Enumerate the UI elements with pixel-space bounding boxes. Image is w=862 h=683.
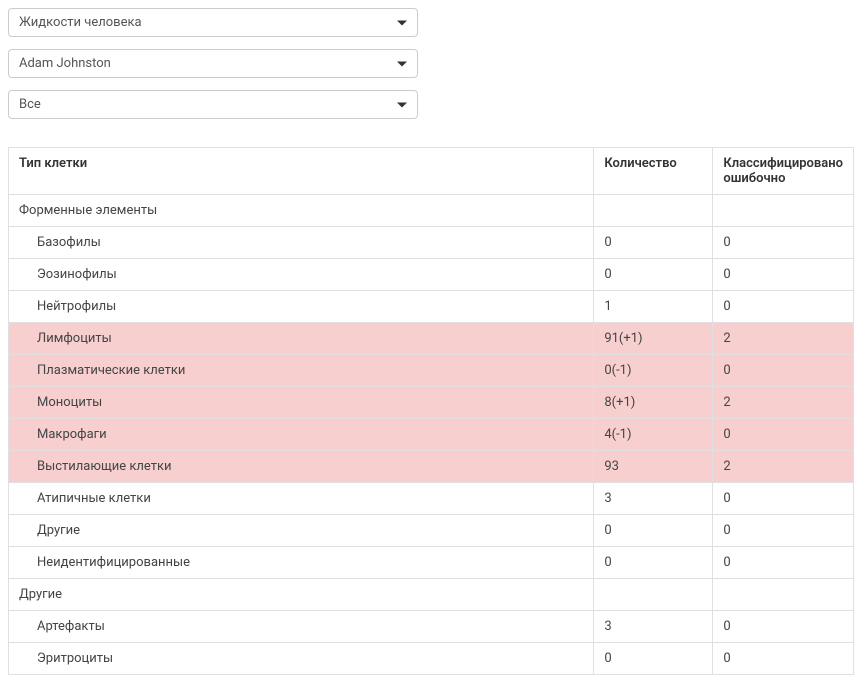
- table-row: Атипичные клетки30: [9, 483, 854, 515]
- scope-select[interactable]: Все: [8, 90, 418, 119]
- section-title: Другие: [9, 579, 594, 611]
- fluid-type-select[interactable]: Жидкости человека: [8, 8, 418, 37]
- cell-misclassified: 0: [713, 643, 854, 675]
- table-row: Макрофаги4(-1)0: [9, 419, 854, 451]
- cell-misclassified: 0: [713, 419, 854, 451]
- chevron-down-icon: [397, 102, 407, 107]
- cell-count: 93: [594, 451, 713, 483]
- cell-empty: [713, 579, 854, 611]
- user-value: Adam Johnston: [19, 56, 111, 71]
- table-row: Выстилающие клетки932: [9, 451, 854, 483]
- cell-count: 1: [594, 291, 713, 323]
- table-row: Другие00: [9, 515, 854, 547]
- cell-count: 3: [594, 483, 713, 515]
- header-count: Количество: [594, 148, 713, 195]
- table-row: Эритроциты00: [9, 643, 854, 675]
- cell-name: Макрофаги: [9, 419, 594, 451]
- cell-count-table-wrap: Тип клетки Количество Классифицировано о…: [8, 147, 854, 675]
- cell-count: 0: [594, 259, 713, 291]
- cell-count: 8(+1): [594, 387, 713, 419]
- cell-misclassified: 0: [713, 483, 854, 515]
- cell-name: Эритроциты: [9, 643, 594, 675]
- cell-misclassified: 2: [713, 451, 854, 483]
- cell-empty: [713, 195, 854, 227]
- cell-count: 3: [594, 611, 713, 643]
- chevron-down-icon: [397, 61, 407, 66]
- cell-misclassified: 2: [713, 387, 854, 419]
- cell-count: 91(+1): [594, 323, 713, 355]
- cell-count: 0: [594, 643, 713, 675]
- cell-misclassified: 0: [713, 227, 854, 259]
- cell-misclassified: 0: [713, 259, 854, 291]
- table-row: Лимфоциты91(+1)2: [9, 323, 854, 355]
- table-section-row: Форменные элементы: [9, 195, 854, 227]
- scope-value: Все: [19, 97, 41, 112]
- cell-name: Моноциты: [9, 387, 594, 419]
- cell-name: Плазматические клетки: [9, 355, 594, 387]
- table-body: Форменные элементыБазофилы00Эозинофилы00…: [9, 195, 854, 675]
- table-row: Эозинофилы00: [9, 259, 854, 291]
- cell-misclassified: 0: [713, 547, 854, 579]
- cell-name: Эозинофилы: [9, 259, 594, 291]
- cell-misclassified: 0: [713, 611, 854, 643]
- cell-count: 0: [594, 515, 713, 547]
- cell-empty: [594, 579, 713, 611]
- cell-misclassified: 2: [713, 323, 854, 355]
- cell-name: Выстилающие клетки: [9, 451, 594, 483]
- cell-count: 0: [594, 227, 713, 259]
- cell-empty: [594, 195, 713, 227]
- cell-name: Нейтрофилы: [9, 291, 594, 323]
- table-row: Неидентифицированные00: [9, 547, 854, 579]
- header-misclassified: Классифицировано ошибочно: [713, 148, 854, 195]
- table-row: Плазматические клетки0(-1)0: [9, 355, 854, 387]
- section-title: Форменные элементы: [9, 195, 594, 227]
- table-row: Моноциты8(+1)2: [9, 387, 854, 419]
- chevron-down-icon: [397, 20, 407, 25]
- cell-misclassified: 0: [713, 515, 854, 547]
- user-select[interactable]: Adam Johnston: [8, 49, 418, 78]
- table-header-row: Тип клетки Количество Классифицировано о…: [9, 148, 854, 195]
- cell-name: Базофилы: [9, 227, 594, 259]
- table-row: Артефакты30: [9, 611, 854, 643]
- cell-name: Неидентифицированные: [9, 547, 594, 579]
- cell-count: 4(-1): [594, 419, 713, 451]
- fluid-type-value: Жидкости человека: [19, 15, 142, 30]
- cell-name: Другие: [9, 515, 594, 547]
- cell-misclassified: 0: [713, 291, 854, 323]
- table-row: Нейтрофилы10: [9, 291, 854, 323]
- cell-misclassified: 0: [713, 355, 854, 387]
- header-cell-type: Тип клетки: [9, 148, 594, 195]
- cell-count: 0: [594, 547, 713, 579]
- cell-count-table: Тип клетки Количество Классифицировано о…: [8, 147, 854, 675]
- table-section-row: Другие: [9, 579, 854, 611]
- cell-name: Артефакты: [9, 611, 594, 643]
- table-row: Базофилы00: [9, 227, 854, 259]
- cell-count: 0(-1): [594, 355, 713, 387]
- cell-name: Лимфоциты: [9, 323, 594, 355]
- cell-name: Атипичные клетки: [9, 483, 594, 515]
